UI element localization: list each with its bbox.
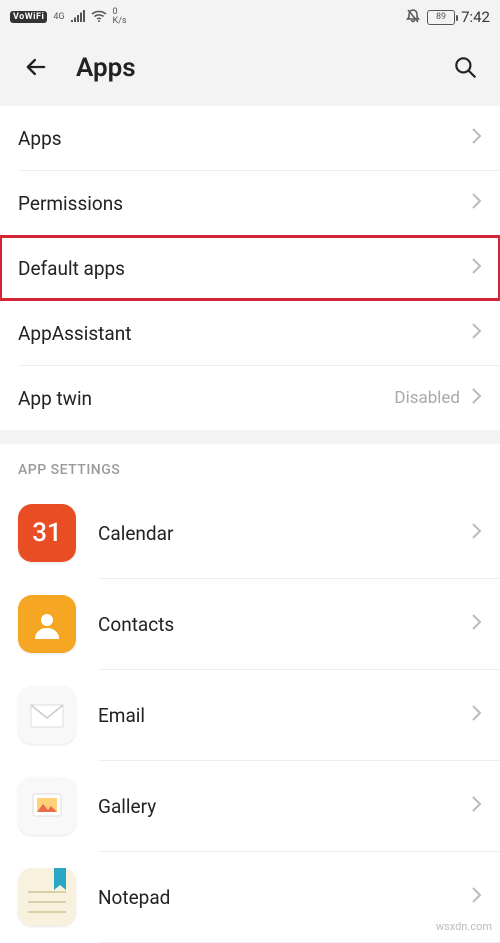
app-label: Email — [98, 704, 448, 727]
app-label: Calendar — [98, 522, 448, 545]
status-right: 89 7:42 — [405, 8, 490, 27]
arrow-left-icon — [22, 69, 50, 84]
chevron-right-icon — [470, 321, 482, 345]
gallery-icon — [18, 777, 76, 835]
app-row-contacts[interactable]: Contacts — [0, 579, 500, 669]
calendar-icon: 31 — [18, 504, 76, 562]
chevron-right-icon — [470, 191, 482, 215]
chevron-right-icon — [470, 256, 482, 280]
chevron-right-icon — [470, 612, 482, 636]
app-row-email[interactable]: Email — [0, 670, 500, 760]
chevron-right-icon — [470, 885, 482, 909]
speed-unit: K/s — [113, 17, 127, 26]
chevron-right-icon — [470, 794, 482, 818]
row-label: App twin — [18, 387, 394, 410]
row-app-twin[interactable]: App twin Disabled — [0, 366, 500, 430]
signal-bars-icon — [71, 10, 85, 25]
row-label: AppAssistant — [18, 322, 470, 345]
search-icon — [452, 68, 478, 83]
search-button[interactable] — [448, 50, 482, 87]
battery-indicator: 89 — [427, 10, 455, 25]
row-appassistant[interactable]: AppAssistant — [0, 301, 500, 365]
notepad-icon — [18, 868, 76, 926]
row-default-apps[interactable]: Default apps — [0, 236, 500, 300]
status-bar: VoWiFi 4G 0 K/s 89 7:42 — [0, 0, 500, 34]
row-apps[interactable]: Apps — [0, 106, 500, 170]
wifi-icon — [91, 10, 107, 25]
app-row-calendar[interactable]: 31 Calendar — [0, 488, 500, 578]
email-icon — [18, 686, 76, 744]
app-label: Gallery — [98, 795, 448, 818]
settings-list: Apps Permissions Default apps AppAssista… — [0, 106, 500, 430]
app-settings-list: 31 Calendar Contacts Email Gallery — [0, 488, 500, 943]
row-label: Permissions — [18, 192, 470, 215]
page-title: Apps — [76, 53, 426, 83]
app-label: Contacts — [98, 613, 448, 636]
app-row-notepad[interactable]: Notepad — [0, 852, 500, 942]
chevron-right-icon — [470, 521, 482, 545]
battery-level: 89 — [436, 12, 446, 22]
row-label: Apps — [18, 127, 470, 150]
page-header: Apps — [0, 34, 500, 106]
app-row-gallery[interactable]: Gallery — [0, 761, 500, 851]
network-speed: 0 K/s — [113, 8, 127, 26]
app-label: Notepad — [98, 886, 448, 909]
network-type: 4G — [53, 13, 64, 22]
contacts-icon — [18, 595, 76, 653]
row-label: Default apps — [18, 257, 470, 280]
section-gap — [0, 430, 500, 444]
chevron-right-icon — [470, 703, 482, 727]
section-header: APP SETTINGS — [0, 444, 500, 488]
back-button[interactable] — [18, 49, 54, 88]
chevron-right-icon — [470, 126, 482, 150]
chevron-right-icon — [470, 386, 482, 410]
row-value: Disabled — [394, 388, 460, 408]
status-left: VoWiFi 4G 0 K/s — [10, 8, 127, 26]
row-permissions[interactable]: Permissions — [0, 171, 500, 235]
dnd-icon — [405, 8, 421, 27]
clock: 7:42 — [461, 8, 490, 26]
vowifi-badge: VoWiFi — [10, 11, 47, 23]
calendar-date: 31 — [32, 518, 62, 548]
watermark: wsxdn.com — [436, 920, 492, 933]
